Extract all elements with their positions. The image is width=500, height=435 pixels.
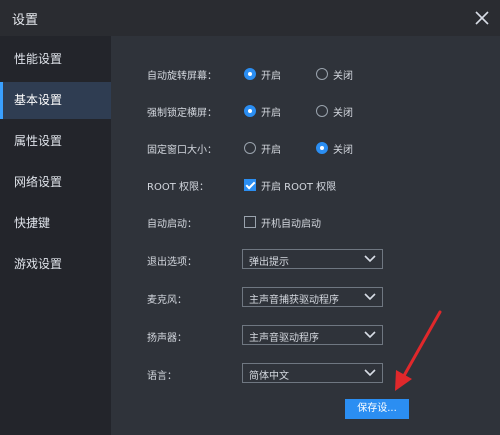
chevron-down-icon [364,255,376,263]
microphone-select[interactable]: 主声音捕获驱动程序 [242,287,383,307]
force-landscape-off-label: 关闭 [333,108,353,119]
fixed-window-off-label: 关闭 [333,145,353,156]
sidebar-item-label: 游戏设置 [14,257,63,271]
fixed-window-on-radio[interactable] [244,142,256,154]
autostart-option-label: 开机自动启动 [261,219,321,230]
auto-rotate-off-label: 关闭 [333,71,353,82]
speaker-select[interactable]: 主声音驱动程序 [242,325,383,345]
force-landscape-on-radio[interactable] [244,105,256,117]
language-select[interactable]: 简体中文 [242,363,383,383]
settings-panel: 自动旋转屏幕： 开启 关闭 强制锁定横屏： 开启 关闭 固定窗口大小： 开启 关… [111,36,500,435]
sidebar-item-basic[interactable]: 基本设置 [0,82,111,119]
root-checkbox[interactable] [244,179,256,191]
autostart-checkbox[interactable] [244,216,256,228]
sidebar-item-properties[interactable]: 属性设置 [0,123,111,160]
fixed-window-label: 固定窗口大小： [147,145,217,156]
sidebar-item-game[interactable]: 游戏设置 [0,246,111,283]
auto-rotate-off-radio[interactable] [316,68,328,80]
save-button[interactable]: 保存设... [345,399,409,419]
language-value: 简体中文 [249,371,289,382]
auto-rotate-on-label: 开启 [261,71,281,82]
sidebar-item-label: 性能设置 [14,52,63,66]
close-button[interactable] [470,6,494,30]
force-landscape-label: 强制锁定横屏： [147,108,217,119]
sidebar: 性能设置 基本设置 属性设置 网络设置 快捷键 游戏设置 [0,36,111,435]
exit-option-label: 退出选项： [147,257,197,268]
auto-rotate-label: 自动旋转屏幕： [147,71,217,82]
sidebar-item-label: 网络设置 [14,175,63,189]
fixed-window-off-radio[interactable] [316,142,328,154]
chevron-down-icon [364,369,376,377]
window-title: 设置 [12,13,39,28]
force-landscape-on-label: 开启 [261,108,281,119]
chevron-down-icon [364,293,376,301]
sidebar-item-network[interactable]: 网络设置 [0,164,111,201]
sidebar-item-performance[interactable]: 性能设置 [0,41,111,78]
autostart-label: 自动启动： [147,219,197,230]
sidebar-item-label: 基本设置 [14,93,63,107]
sidebar-item-shortcuts[interactable]: 快捷键 [0,205,111,242]
force-landscape-off-radio[interactable] [316,105,328,117]
root-label: ROOT 权限： [147,182,209,193]
language-label: 语言： [147,371,177,382]
title-bar: 设置 [0,0,500,36]
sidebar-item-label: 快捷键 [14,216,51,230]
exit-option-select[interactable]: 弹出提示 [242,249,383,269]
microphone-value: 主声音捕获驱动程序 [249,295,339,306]
sidebar-item-label: 属性设置 [14,134,63,148]
exit-option-value: 弹出提示 [249,257,289,268]
close-icon [475,11,489,25]
speaker-value: 主声音驱动程序 [249,333,319,344]
fixed-window-on-label: 开启 [261,145,281,156]
chevron-down-icon [364,331,376,339]
root-option-label: 开启 ROOT 权限 [261,182,337,193]
auto-rotate-on-radio[interactable] [244,68,256,80]
speaker-label: 扬声器： [147,333,187,344]
microphone-label: 麦克风： [147,295,187,306]
